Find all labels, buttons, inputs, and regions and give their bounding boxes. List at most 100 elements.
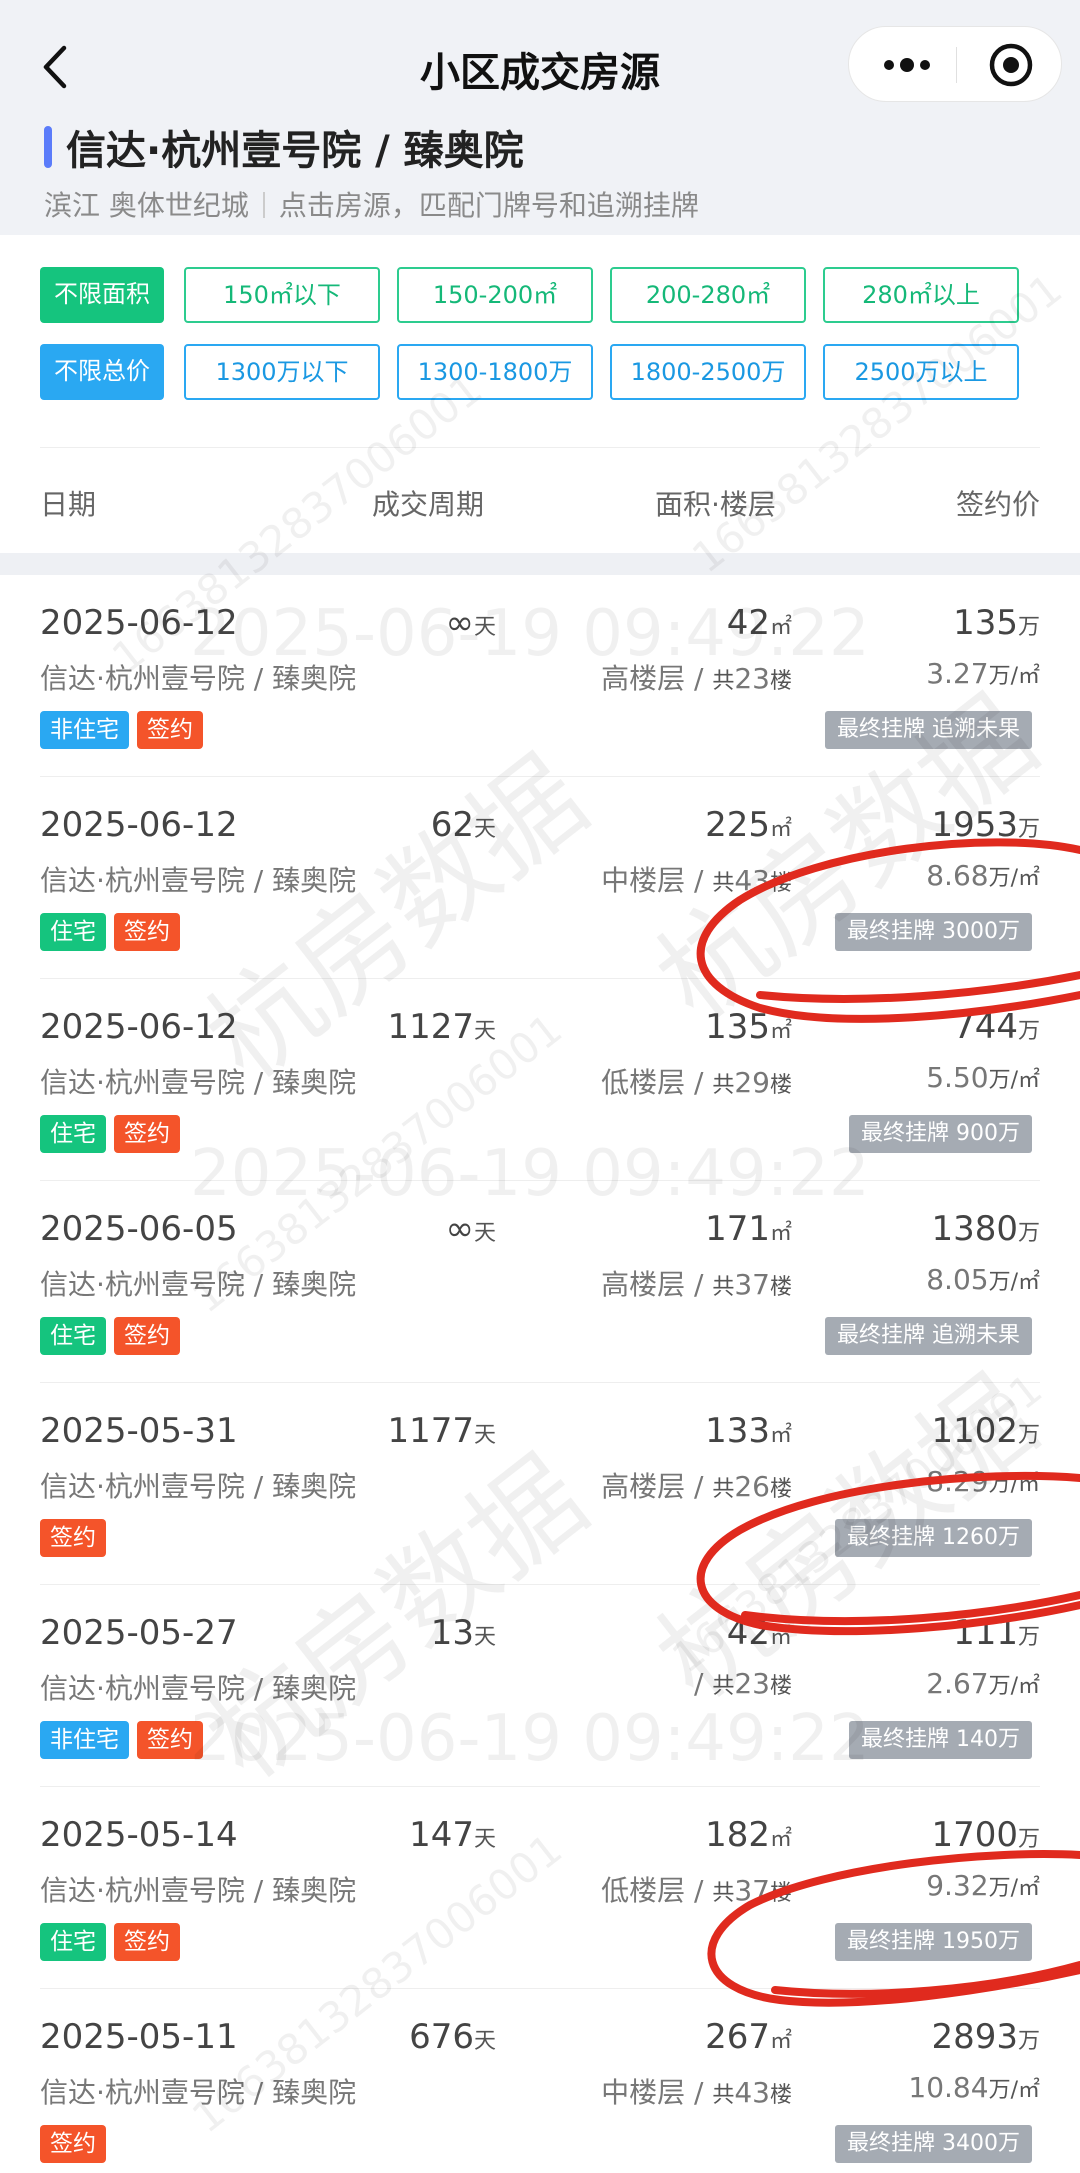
list-item[interactable]: 2025-06-12 62天 225㎡ 1953万 信达·杭州壹号院 / 臻奥院 中楼层 … [0, 777, 1080, 979]
signed-price: 1953万 [931, 805, 1040, 845]
filter-price-option[interactable]: 1300万以下 [184, 344, 380, 400]
total-floors: 43 [734, 864, 770, 897]
signed-price: 1380万 [931, 1209, 1040, 1249]
signed-price: 111万 [953, 1613, 1040, 1653]
area: 171㎡ [705, 1209, 792, 1249]
filter-price-option[interactable]: 2500万以上 [823, 344, 1019, 400]
header-period[interactable]: 成交周期 [372, 483, 484, 523]
header-price[interactable]: 签约价 [956, 483, 1040, 523]
unit-price-value: 5.50 [926, 1061, 989, 1094]
tag-group: 住宅 签约 [40, 1115, 188, 1153]
unit-wan-per-sqm: 万/㎡ [988, 866, 1040, 891]
signed-price-value: 1953 [931, 805, 1018, 845]
final-listing-badge[interactable]: 最终挂牌 追溯未果 [825, 1317, 1032, 1355]
total-floor-suffix: 楼 [769, 1477, 792, 1502]
filter-price-option[interactable]: 1300-1800万 [397, 344, 593, 400]
unit-price-value: 8.29 [926, 1465, 989, 1498]
floor-level: 中楼层 [601, 864, 686, 897]
unit-sqm: ㎡ [769, 1019, 792, 1044]
unit-wan: 万 [1017, 1221, 1040, 1246]
close-button[interactable] [987, 41, 1035, 89]
deal-date: 2025-06-05 [40, 1209, 238, 1249]
floor-slash: / [685, 1470, 713, 1503]
section-gap [0, 553, 1080, 575]
unit-wan: 万 [1017, 615, 1040, 640]
unit-sqm: ㎡ [769, 1625, 792, 1650]
total-floors: 26 [734, 1470, 770, 1503]
final-listing-badge[interactable]: 最终挂牌 3400万 [835, 2125, 1032, 2163]
list-item[interactable]: 2025-05-31 1177天 133㎡ 1102万 信达·杭州壹号院 / 臻奥院 高楼… [0, 1383, 1080, 1585]
list-item[interactable]: 2025-05-14 147天 182㎡ 1700万 信达·杭州壹号院 / 臻奥院 低楼层… [0, 1787, 1080, 1989]
list-item[interactable]: 2025-06-05 ∞天 171㎡ 1380万 信达·杭州壹号院 / 臻奥院 高楼层 /… [0, 1181, 1080, 1383]
deal-period-value: 1177 [387, 1411, 474, 1451]
deal-period-value: 676 [409, 2017, 474, 2057]
filter-area-option[interactable]: 150-200㎡ [397, 267, 593, 323]
final-listing-badge[interactable]: 最终挂牌 900万 [849, 1115, 1032, 1153]
residential-tag: 住宅 [40, 913, 106, 951]
deal-period: 676天 [409, 2017, 496, 2057]
header-date[interactable]: 日期 [40, 483, 96, 523]
navigation-bar: 小区成交房源 [0, 0, 1080, 130]
floor-info: 高楼层 / 共37楼 [601, 1263, 792, 1303]
filter-area-any[interactable]: 不限面积 [40, 267, 164, 323]
unit-day: 天 [473, 1221, 496, 1246]
final-listing-badge[interactable]: 最终挂牌 3000万 [835, 913, 1032, 951]
header-area-floor[interactable]: 面积·楼层 [655, 483, 776, 523]
final-listing-badge[interactable]: 最终挂牌 1260万 [835, 1519, 1032, 1557]
unit-day: 天 [473, 615, 496, 640]
floor-info: 中楼层 / 共43楼 [601, 2071, 792, 2111]
list-item[interactable]: 2025-06-12 ∞天 42㎡ 135万 信达·杭州壹号院 / 臻奥院 高楼层 / 共… [0, 575, 1080, 777]
community-label: 信达·杭州壹号院 / 臻奥院 [40, 2076, 357, 2109]
floor-slash: / [685, 2076, 713, 2109]
deal-period-value: ∞ [445, 1209, 474, 1249]
total-floors: 37 [734, 1874, 770, 1907]
deal-period: 147天 [409, 1815, 496, 1855]
tag-group: 住宅 签约 [40, 1923, 188, 1961]
filter-area-option[interactable]: 200-280㎡ [610, 267, 806, 323]
final-listing-badge[interactable]: 最终挂牌 追溯未果 [825, 711, 1032, 749]
community-label: 信达·杭州壹号院 / 臻奥院 [40, 1874, 357, 1907]
list-item[interactable]: 2025-06-12 1127天 135㎡ 744万 信达·杭州壹号院 / 臻奥院 低楼层… [0, 979, 1080, 1181]
filter-area-option[interactable]: 150㎡以下 [184, 267, 380, 323]
floor-slash: / [693, 1667, 713, 1700]
unit-wan-per-sqm: 万/㎡ [988, 1674, 1040, 1699]
more-button[interactable] [877, 47, 937, 83]
tag-group: 非住宅 签约 [40, 711, 211, 749]
final-listing-badge[interactable]: 最终挂牌 1950万 [835, 1923, 1032, 1961]
community-label: 信达·杭州壹号院 / 臻奥院 [40, 864, 357, 897]
tag-group: 住宅 签约 [40, 913, 188, 951]
deal-period-value: 62 [430, 805, 474, 845]
floor-slash: / [685, 1874, 713, 1907]
filter-area-option[interactable]: 280㎡以上 [823, 267, 1019, 323]
unit-sqm: ㎡ [769, 817, 792, 842]
total-floor-prefix: 共 [712, 1073, 735, 1098]
unit-price-value: 8.68 [926, 859, 989, 892]
unit-wan-per-sqm: 万/㎡ [988, 1472, 1040, 1497]
signed-tag: 签约 [40, 1519, 106, 1557]
filter-price-option[interactable]: 1800-2500万 [610, 344, 806, 400]
total-floors: 37 [734, 1268, 770, 1301]
unit-price: 8.29万/㎡ [926, 1465, 1040, 1498]
deal-period: 1127天 [387, 1007, 496, 1047]
signed-price: 1102万 [931, 1411, 1040, 1451]
list-item[interactable]: 2025-05-11 676天 267㎡ 2893万 信达·杭州壹号院 / 臻奥院 中楼层… [0, 1989, 1080, 2173]
area: 225㎡ [705, 805, 792, 845]
unit-price: 5.50万/㎡ [926, 1061, 1040, 1094]
residential-tag: 住宅 [40, 1115, 106, 1153]
list-item[interactable]: 2025-05-27 13天 42㎡ 111万 信达·杭州壹号院 / 臻奥院 / 共23… [0, 1585, 1080, 1787]
deal-period: ∞天 [446, 1209, 496, 1249]
total-floor-prefix: 共 [712, 1477, 735, 1502]
final-listing-badge[interactable]: 最终挂牌 140万 [849, 1721, 1032, 1759]
area-value: 267 [705, 2017, 770, 2057]
community-label: 信达·杭州壹号院 / 臻奥院 [40, 662, 357, 695]
area: 267㎡ [705, 2017, 792, 2057]
community-label: 信达·杭州壹号院 / 臻奥院 [40, 1470, 357, 1503]
area-value: 225 [705, 805, 770, 845]
floor-info: 中楼层 / 共43楼 [601, 859, 792, 899]
deal-date: 2025-05-14 [40, 1815, 238, 1855]
filter-price-any[interactable]: 不限总价 [40, 344, 164, 400]
area-value: 42 [726, 603, 770, 643]
deal-period-value: 147 [409, 1815, 474, 1855]
title-accent-bar [44, 126, 52, 168]
filter-divider [40, 447, 1040, 448]
